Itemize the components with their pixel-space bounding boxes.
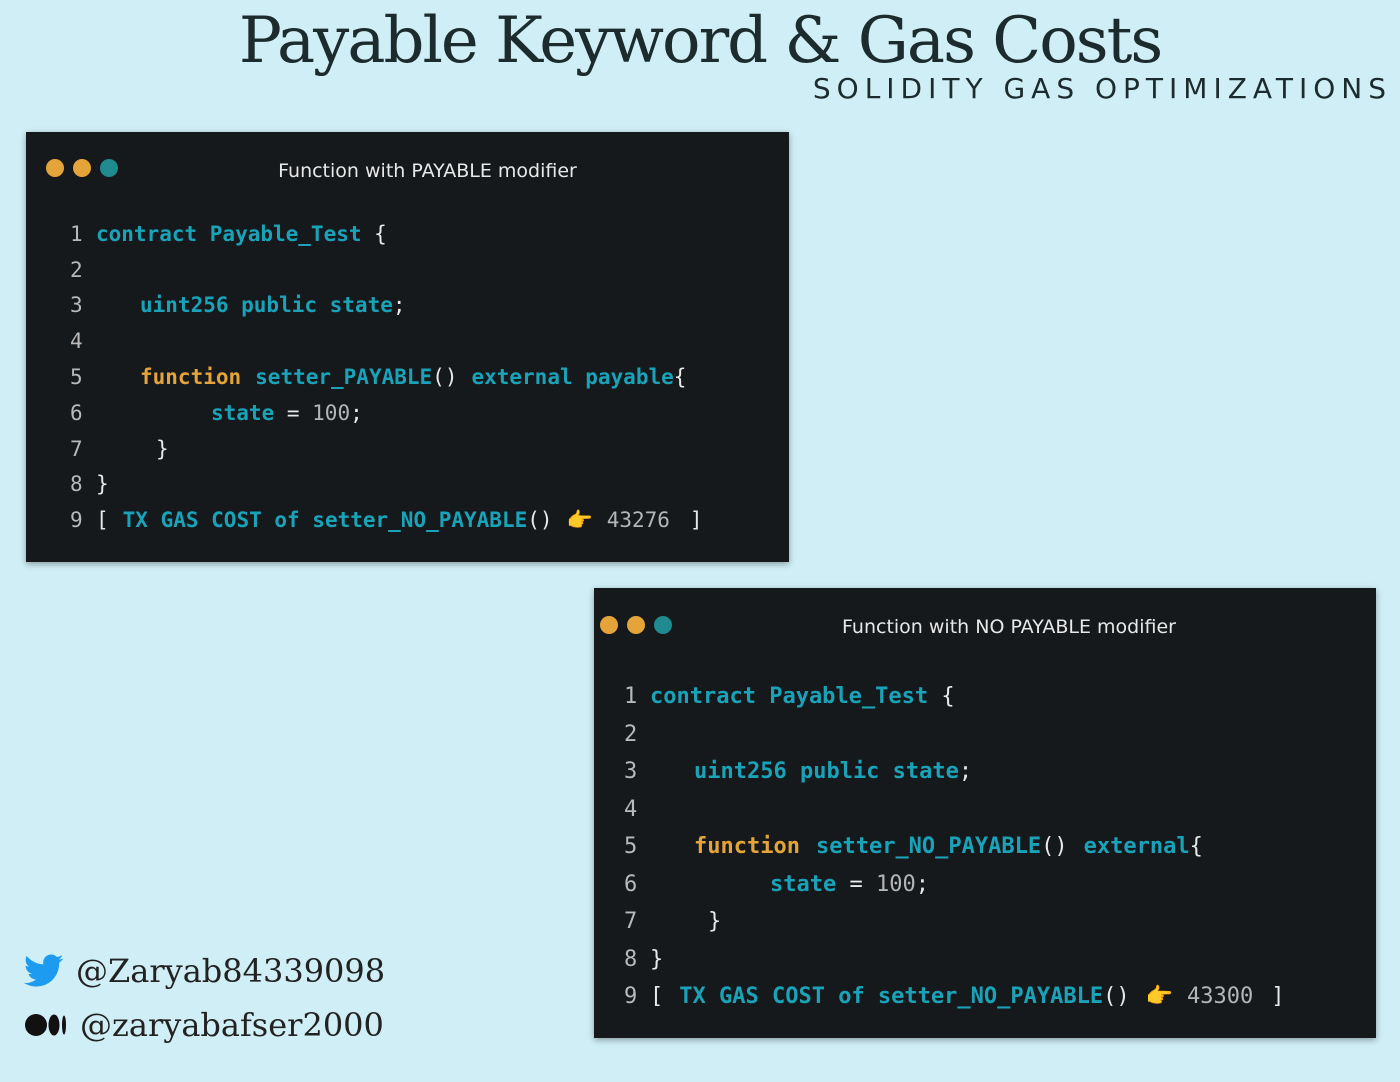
medium-handle-row[interactable]: @zaryabafser2000 xyxy=(24,1006,384,1044)
code-text: = xyxy=(274,400,313,425)
twitter-handle-row[interactable]: @Zaryab84339098 xyxy=(24,952,385,990)
pointing-hand-icon: 👉 xyxy=(566,507,593,532)
code-modifiers: external xyxy=(1083,834,1190,860)
line-number: 6 xyxy=(624,871,638,897)
code-line-3: 3 uint256 public state; xyxy=(70,288,703,324)
code-line-4: 4 xyxy=(70,323,703,359)
code-line-6: 6 state = 100; xyxy=(624,866,1284,904)
line-number: 1 xyxy=(624,684,638,710)
line-number: 8 xyxy=(70,472,83,497)
code-line-5: 5 function setter_PAYABLE() external payabl… xyxy=(70,359,703,395)
code-keyword: state xyxy=(770,871,837,897)
code-line-1: 1 contract Payable_Test { xyxy=(70,216,703,252)
line-number: 5 xyxy=(624,834,638,860)
code-text: { xyxy=(673,365,687,390)
line-number: 4 xyxy=(70,329,83,354)
code-text: } xyxy=(708,909,722,935)
code-text: ; xyxy=(958,759,973,785)
line-number: 2 xyxy=(70,257,83,282)
medium-logo-icon xyxy=(24,1012,68,1038)
line-number: 6 xyxy=(70,400,83,425)
code-text: () xyxy=(527,508,553,533)
code-function-keyword: function xyxy=(140,365,242,390)
code-window-no-payable: Function with NO PAYABLE modifier 1 contr… xyxy=(594,588,1376,1038)
code-block: 1 contract Payable_Test { 2 3 uint256 publ… xyxy=(624,678,1284,1016)
code-text: ; xyxy=(392,293,406,318)
code-keyword: state xyxy=(211,400,275,425)
code-line-9: 9 [ TX GAS COST of setter_NO_PAYABLE() 👉 432… xyxy=(70,502,703,538)
code-text: { xyxy=(361,221,387,246)
medium-handle[interactable]: @zaryabafser2000 xyxy=(80,1006,384,1044)
code-block: 1 contract Payable_Test { 2 3 uint256 publ… xyxy=(70,216,703,538)
line-number: 3 xyxy=(624,759,638,785)
line-number: 8 xyxy=(624,946,638,972)
line-number: 3 xyxy=(70,293,83,318)
code-line-7: 7} xyxy=(70,431,703,467)
line-number: 9 xyxy=(624,984,638,1010)
line-number: 2 xyxy=(624,721,638,747)
code-text: = xyxy=(836,871,876,897)
pointing-hand-icon: 👉 xyxy=(1145,984,1173,1010)
code-text: () xyxy=(432,365,458,390)
code-function-name: setter_PAYABLE xyxy=(255,365,433,390)
code-line-8: 8} xyxy=(70,467,703,503)
line-number: 4 xyxy=(624,796,638,822)
page-subtitle: SOLIDITY GAS OPTIMIZATIONS xyxy=(812,72,1392,105)
code-number: 100 xyxy=(875,871,916,897)
line-number: 9 xyxy=(70,508,83,533)
code-number: 100 xyxy=(312,400,351,425)
code-text: { xyxy=(928,684,955,710)
code-keyword: contract Payable_Test xyxy=(650,684,929,710)
code-line-8: 8} xyxy=(624,941,1284,979)
code-line-5: 5 function setter_NO_PAYABLE() external{ xyxy=(624,828,1284,866)
code-text: } xyxy=(156,436,169,461)
page-title: Payable Keyword & Gas Costs xyxy=(238,4,1163,78)
twitter-bird-icon xyxy=(24,954,64,988)
line-number: 5 xyxy=(70,365,83,390)
code-line-9: 9 [ TX GAS COST of setter_NO_PAYABLE() 👉 433… xyxy=(624,978,1284,1016)
code-text: ; xyxy=(350,400,363,425)
close-dot-icon xyxy=(600,616,618,634)
window-title: Function with NO PAYABLE modifier xyxy=(842,616,1176,638)
code-window-payable: Function with PAYABLE modifier 1 contract… xyxy=(26,132,789,562)
code-text: ] xyxy=(1271,984,1285,1010)
code-text: [ xyxy=(96,508,109,533)
code-text: } xyxy=(650,946,664,972)
gas-cost-value: 43276 xyxy=(606,508,670,533)
code-line-3: 3 uint256 public state; xyxy=(624,753,1284,791)
code-keyword: uint256 public state xyxy=(694,759,959,785)
code-text: } xyxy=(96,472,109,497)
gas-cost-label: TX GAS COST of setter_NO_PAYABLE xyxy=(679,984,1104,1010)
code-function-keyword: function xyxy=(694,834,800,860)
code-modifiers: external payable xyxy=(471,365,674,390)
code-text: ] xyxy=(689,508,703,533)
code-keyword: contract Payable_Test xyxy=(96,221,362,246)
code-text: [ xyxy=(650,984,664,1010)
code-line-2: 2 xyxy=(624,716,1284,754)
code-keyword: uint256 public state xyxy=(140,293,393,318)
code-function-name: setter_NO_PAYABLE xyxy=(815,834,1042,860)
gas-cost-label: TX GAS COST of setter_NO_PAYABLE xyxy=(122,508,528,533)
twitter-handle[interactable]: @Zaryab84339098 xyxy=(76,952,385,990)
code-line-7: 7} xyxy=(624,903,1284,941)
line-number: 1 xyxy=(70,221,83,246)
code-text: () xyxy=(1103,984,1130,1010)
code-line-2: 2 xyxy=(70,252,703,288)
code-text: () xyxy=(1041,834,1068,860)
window-title: Function with PAYABLE modifier xyxy=(278,160,577,182)
code-text: ; xyxy=(915,871,929,897)
code-line-6: 6 state = 100; xyxy=(70,395,703,431)
code-text: { xyxy=(1189,834,1203,860)
line-number: 7 xyxy=(70,436,83,461)
code-line-1: 1 contract Payable_Test { xyxy=(624,678,1284,716)
code-line-4: 4 xyxy=(624,791,1284,829)
line-number: 7 xyxy=(624,909,638,935)
gas-cost-value: 43300 xyxy=(1187,984,1254,1010)
